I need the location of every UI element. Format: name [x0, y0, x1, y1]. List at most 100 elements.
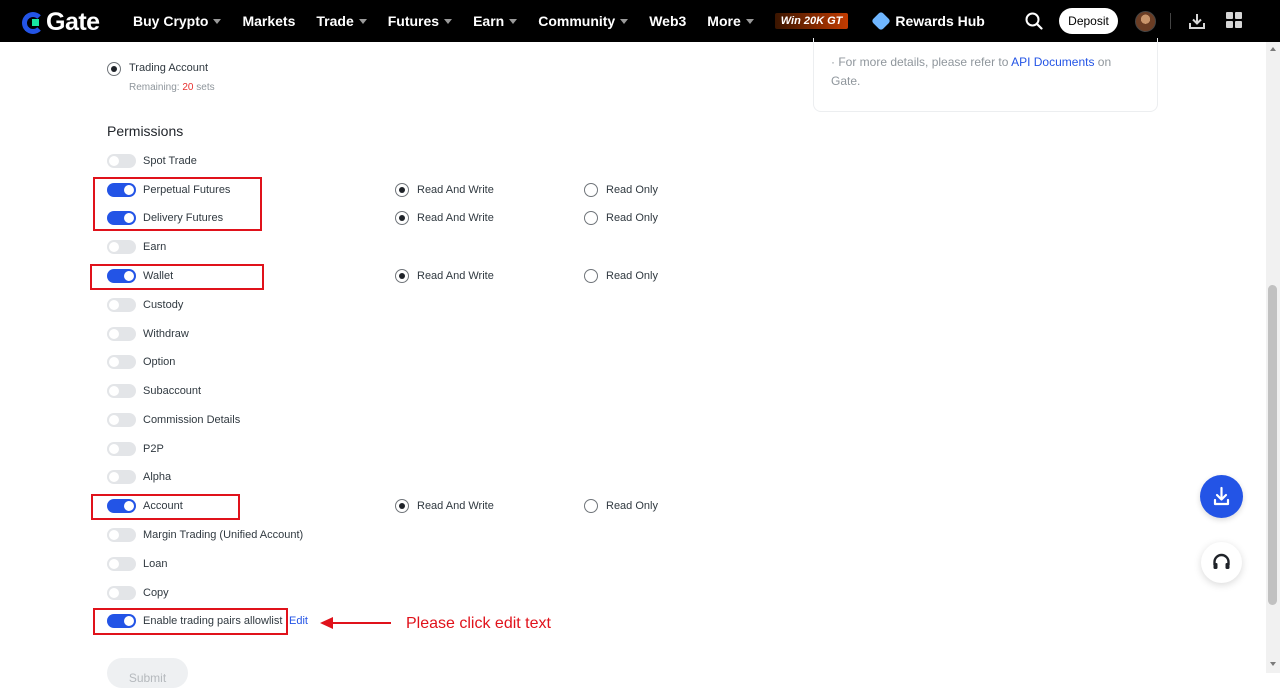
perm-label-withdraw: Withdraw: [143, 328, 189, 340]
edit-allowlist-link[interactable]: Edit: [289, 615, 308, 627]
perpetual-futures-read-only-radio[interactable]: [584, 183, 598, 197]
perm-label-spot-trade: Spot Trade: [143, 155, 197, 167]
perm-label-loan: Loan: [143, 558, 168, 570]
nav-divider: [1170, 13, 1171, 29]
wallet-read-write-radio[interactable]: [395, 269, 409, 283]
chevron-down-icon: [444, 18, 453, 24]
account-read-only-radio[interactable]: [584, 499, 598, 513]
promo-banner[interactable]: Win 20K GT: [774, 13, 849, 29]
read-write-label: Read And Write: [417, 212, 494, 224]
nav-label: Buy Crypto: [133, 13, 209, 29]
top-navigation-bar: Gate Buy Crypto Markets Trade Futures Ea…: [0, 0, 1280, 42]
submit-button[interactable]: Submit: [107, 658, 188, 688]
read-only-label: Read Only: [606, 270, 658, 282]
toggle-commission-details[interactable]: [107, 413, 136, 427]
headset-icon: [1213, 553, 1230, 569]
toggle-spot-trade[interactable]: [107, 154, 136, 168]
annotation-arrow-line: [331, 622, 391, 624]
download-icon[interactable]: [1188, 12, 1206, 30]
toggle-margin-trading[interactable]: [107, 528, 136, 542]
scroll-down-arrow-icon[interactable]: [1270, 662, 1276, 666]
read-only-label: Read Only: [606, 500, 658, 512]
download-icon: [1213, 486, 1230, 506]
toggle-earn[interactable]: [107, 240, 136, 254]
remaining-prefix: Remaining:: [129, 82, 183, 93]
highlight-box-account: [91, 494, 240, 520]
chevron-down-icon: [620, 18, 629, 24]
nav-label: Web3: [649, 13, 687, 29]
deposit-button[interactable]: Deposit: [1059, 8, 1118, 34]
gate-logo-icon: [22, 11, 44, 34]
perm-label-copy: Copy: [143, 587, 169, 599]
nav-web3[interactable]: Web3: [649, 13, 686, 29]
toggle-withdraw[interactable]: [107, 327, 136, 341]
nav-label: Community: [538, 13, 616, 29]
permissions-title: Permissions: [107, 123, 184, 139]
remaining-sets-text: Remaining: 20 sets: [129, 82, 215, 93]
toggle-copy[interactable]: [107, 586, 136, 600]
floating-support-button[interactable]: [1201, 542, 1242, 583]
perm-label-commission-details: Commission Details: [143, 414, 241, 426]
read-only-label: Read Only: [606, 212, 658, 224]
nav-more[interactable]: More: [707, 13, 754, 29]
chevron-down-icon: [358, 18, 367, 24]
nav-markets[interactable]: Markets: [242, 13, 295, 29]
nav-earn[interactable]: Earn: [473, 13, 518, 29]
scroll-up-arrow-icon[interactable]: [1270, 47, 1276, 51]
read-only-label: Read Only: [606, 184, 658, 196]
toggle-alpha[interactable]: [107, 470, 136, 484]
chevron-down-icon: [213, 18, 222, 24]
perm-label-option: Option: [143, 356, 176, 368]
nav-community[interactable]: Community: [538, 13, 629, 29]
read-write-label: Read And Write: [417, 184, 494, 196]
info-prefix: · For more details, please refer to: [831, 55, 1012, 69]
toggle-loan[interactable]: [107, 557, 136, 571]
perm-label-p2p: P2P: [143, 443, 164, 455]
api-documents-link[interactable]: API Documents: [1011, 55, 1094, 69]
highlight-box-futures: [93, 177, 262, 231]
search-icon[interactable]: [1025, 12, 1043, 30]
gate-logo-text: Gate: [46, 8, 100, 36]
toggle-subaccount[interactable]: [107, 384, 136, 398]
nav-label: Markets: [242, 13, 296, 29]
info-text: · For more details, please refer to API …: [831, 53, 1141, 91]
avatar[interactable]: [1135, 11, 1156, 32]
gate-logo[interactable]: Gate: [22, 8, 100, 37]
trading-account-label: Trading Account: [129, 62, 209, 74]
read-write-label: Read And Write: [417, 500, 494, 512]
nav-label: Earn: [473, 13, 505, 29]
perm-label-custody: Custody: [143, 299, 184, 311]
perm-label-subaccount: Subaccount: [143, 385, 202, 397]
wallet-read-only-radio[interactable]: [584, 269, 598, 283]
perm-label-alpha: Alpha: [143, 471, 172, 483]
nav-buy-crypto[interactable]: Buy Crypto: [133, 13, 222, 29]
main-nav: Buy Crypto Markets Trade Futures Earn Co…: [133, 0, 1006, 42]
account-read-write-radio[interactable]: [395, 499, 409, 513]
nav-label: Futures: [387, 13, 440, 29]
remaining-count: 20: [182, 82, 194, 93]
nav-rewards-hub[interactable]: Rewards Hub: [871, 11, 985, 31]
nav-futures[interactable]: Futures: [387, 13, 453, 29]
toggle-p2p[interactable]: [107, 442, 136, 456]
nav-label: Rewards Hub: [895, 13, 985, 29]
perpetual-futures-read-write-radio[interactable]: [395, 183, 409, 197]
remaining-suffix: sets: [193, 82, 215, 93]
chevron-down-icon: [509, 18, 518, 24]
highlight-box-wallet: [90, 264, 264, 290]
read-write-label: Read And Write: [417, 270, 494, 282]
delivery-futures-read-only-radio[interactable]: [584, 211, 598, 225]
nav-label: Trade: [316, 13, 354, 29]
toggle-option[interactable]: [107, 355, 136, 369]
page-scrollbar-thumb[interactable]: [1268, 285, 1277, 605]
floating-download-button[interactable]: [1200, 475, 1243, 518]
rewards-cube-icon: [871, 11, 892, 31]
nav-label: More: [707, 13, 741, 29]
nav-trade[interactable]: Trade: [316, 13, 367, 29]
highlight-box-allowlist: [93, 608, 288, 635]
annotation-text: Please click edit text: [406, 615, 551, 632]
trading-account-radio[interactable]: [107, 62, 121, 76]
apps-grid-icon[interactable]: [1226, 12, 1242, 28]
delivery-futures-read-write-radio[interactable]: [395, 211, 409, 225]
toggle-custody[interactable]: [107, 298, 136, 312]
chevron-down-icon: [745, 18, 754, 24]
